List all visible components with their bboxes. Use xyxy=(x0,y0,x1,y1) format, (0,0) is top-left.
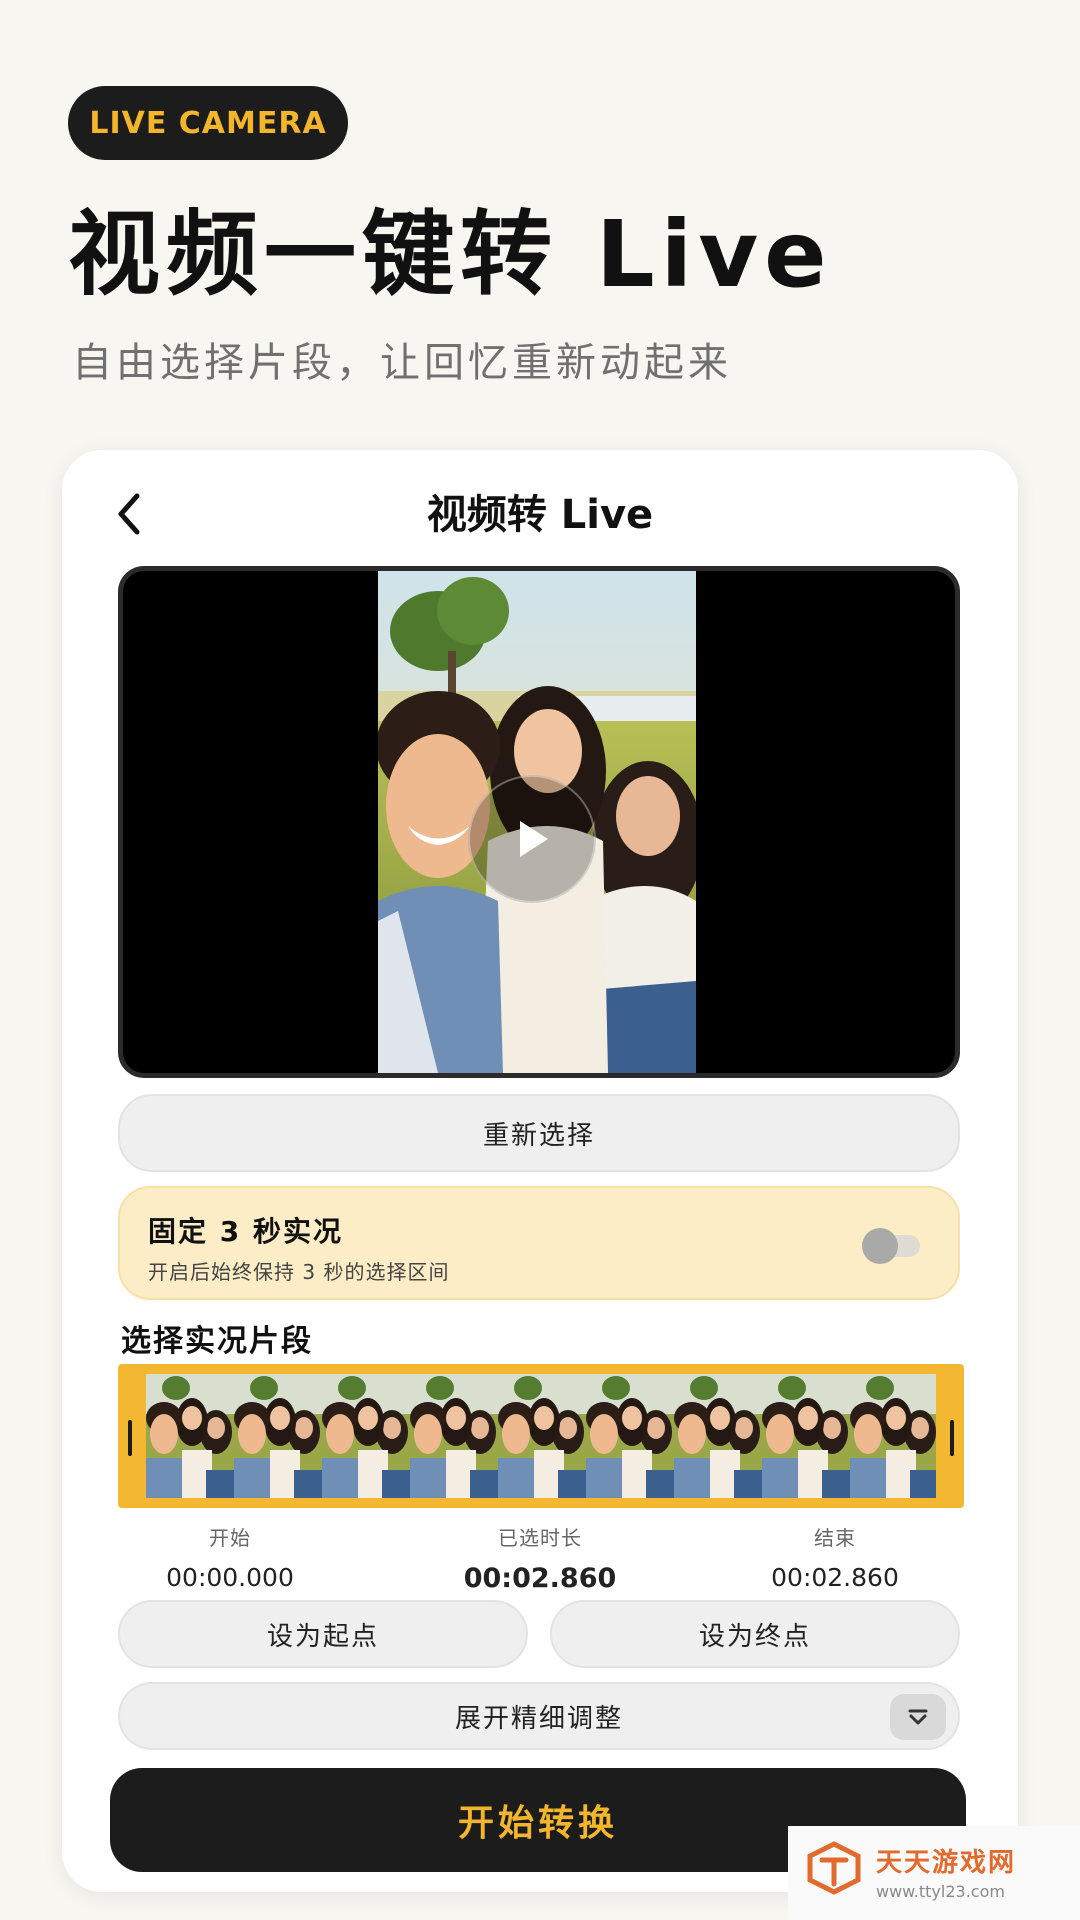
hero-title: 视频一键转 Live xyxy=(68,201,833,308)
chevron-down-icon xyxy=(908,1709,928,1725)
play-button[interactable] xyxy=(468,775,596,903)
fixed-duration-toggle[interactable] xyxy=(862,1228,922,1264)
clip-times: 开始 00:00.000 已选时长 00:02.860 结束 00:02.860 xyxy=(0,1522,1080,1594)
watermark-url: www.ttyl23.com xyxy=(876,1882,1005,1901)
duration-label: 已选时长 xyxy=(498,1526,582,1550)
duration-value: 00:02.860 xyxy=(463,1563,617,1594)
end-time: 结束 00:02.860 xyxy=(725,1522,945,1592)
timeline-thumbnail xyxy=(234,1374,322,1498)
clip-section-title: 选择实况片段 xyxy=(121,1324,313,1359)
timeline-thumbnail xyxy=(322,1374,410,1498)
toggle-knob xyxy=(862,1228,898,1264)
start-time: 开始 00:00.000 xyxy=(120,1522,340,1592)
timeline-thumbnail xyxy=(850,1374,936,1498)
timeline-thumbnail xyxy=(410,1374,498,1498)
fixed-duration-description: 开启后始终保持 3 秒的选择区间 xyxy=(148,1260,450,1284)
expand-fine-tune-button[interactable]: 展开精细调整 xyxy=(118,1682,960,1750)
play-icon xyxy=(520,821,548,857)
watermark-logo-icon xyxy=(807,1841,861,1895)
timeline-thumbnail xyxy=(674,1374,762,1498)
timeline-thumbnail xyxy=(762,1374,850,1498)
timeline-thumbnail xyxy=(586,1374,674,1498)
end-time-value: 00:02.860 xyxy=(771,1563,899,1592)
watermark: 天天游戏网 www.ttyl23.com xyxy=(788,1826,1080,1920)
hero-subtitle: 自由选择片段，让回忆重新动起来 xyxy=(72,340,732,386)
duration: 已选时长 00:02.860 xyxy=(430,1522,650,1594)
fixed-duration-panel: 固定 3 秒实况 开启后始终保持 3 秒的选择区间 xyxy=(118,1186,960,1300)
expand-label: 展开精细调整 xyxy=(454,1703,623,1734)
watermark-name: 天天游戏网 xyxy=(876,1848,1017,1878)
fixed-duration-title: 固定 3 秒实况 xyxy=(148,1215,343,1248)
screen-title: 视频转 Live xyxy=(426,492,654,538)
app-badge: LIVE CAMERA xyxy=(68,86,348,160)
start-time-label: 开始 xyxy=(209,1526,251,1550)
expand-icon-button[interactable] xyxy=(890,1694,946,1740)
start-time-value: 00:00.000 xyxy=(166,1563,294,1592)
timeline-thumbnail xyxy=(498,1374,586,1498)
set-end-button[interactable]: 设为终点 xyxy=(550,1600,960,1668)
timeline-thumbnails xyxy=(146,1374,936,1498)
start-handle[interactable] xyxy=(128,1420,132,1456)
timeline-thumbnail xyxy=(146,1374,234,1498)
end-time-label: 结束 xyxy=(814,1526,856,1550)
end-handle[interactable] xyxy=(950,1420,954,1456)
reselect-button[interactable]: 重新选择 xyxy=(118,1094,960,1172)
set-start-button[interactable]: 设为起点 xyxy=(118,1600,528,1668)
clip-timeline[interactable] xyxy=(118,1364,964,1508)
